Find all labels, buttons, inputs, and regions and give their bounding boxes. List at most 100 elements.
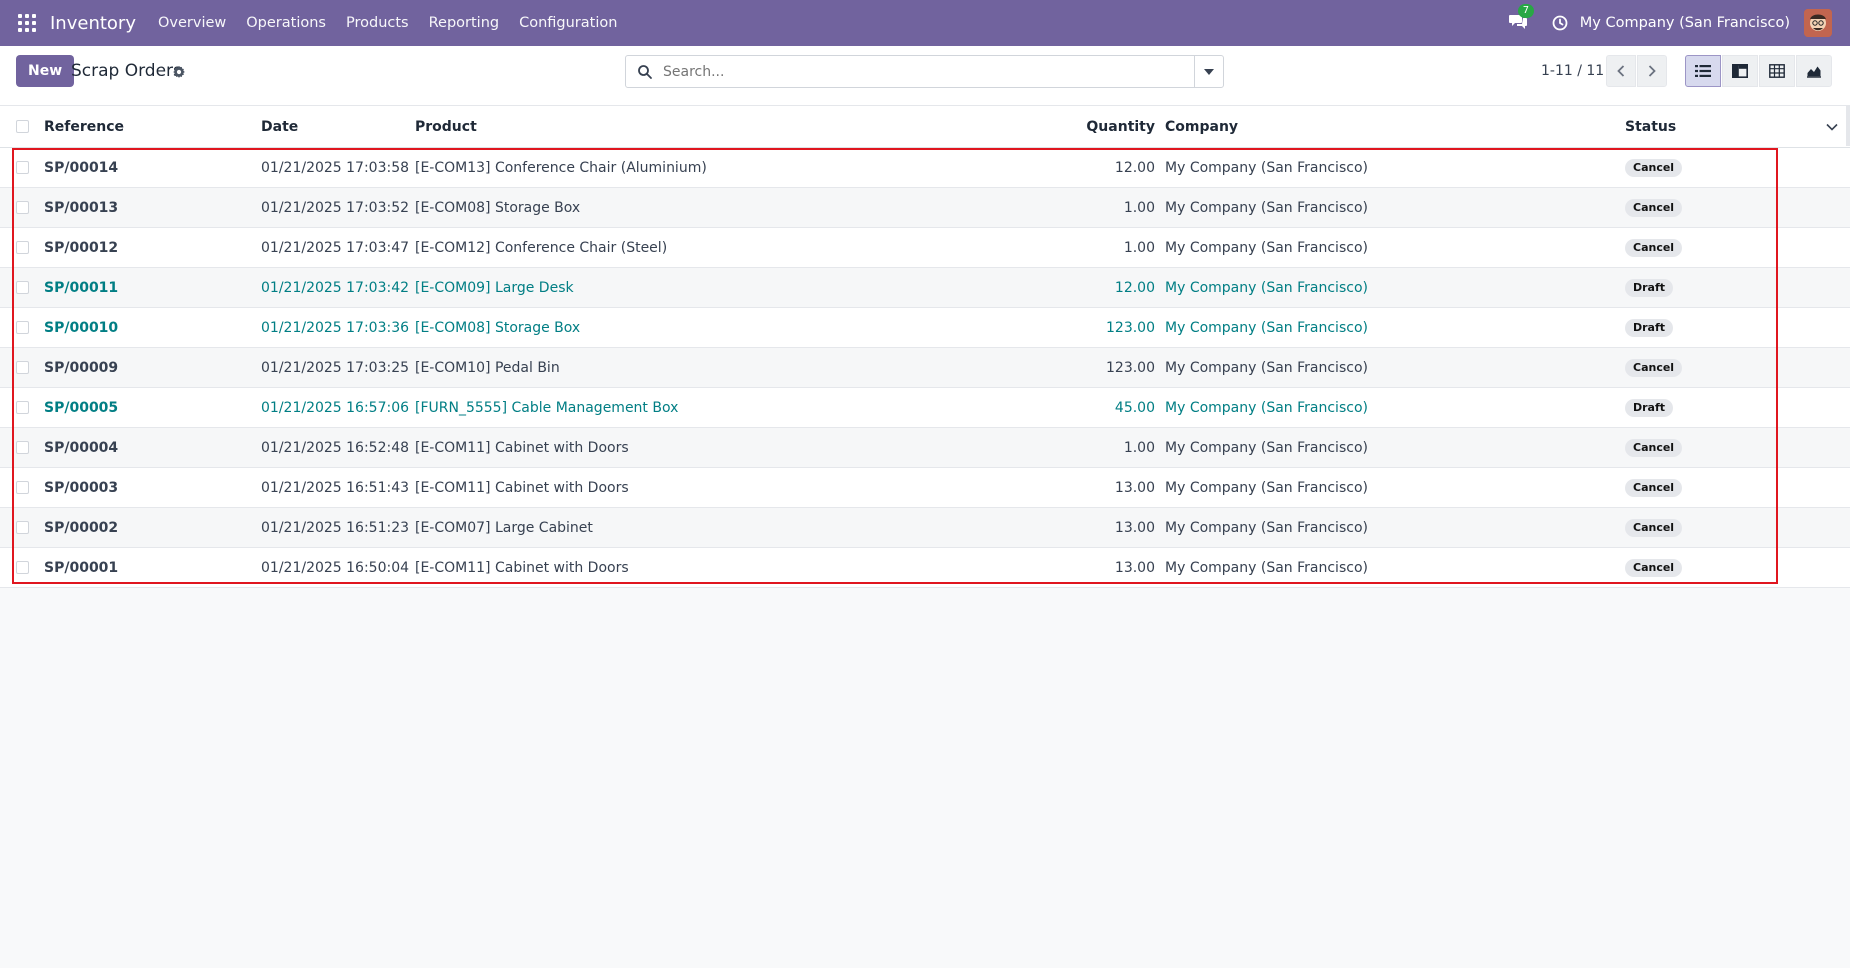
cell-quantity: 13.00	[1114, 479, 1155, 496]
header-product[interactable]: Product	[415, 106, 477, 147]
row-checkbox[interactable]	[16, 241, 29, 254]
list-view-icon	[1695, 65, 1711, 77]
table-row[interactable]: SP/00013 01/21/2025 17:03:52 [E-COM08] Sto…	[0, 188, 1850, 228]
row-checkbox[interactable]	[16, 161, 29, 174]
cell-company: My Company (San Francisco)	[1165, 399, 1368, 416]
row-checkbox[interactable]	[16, 521, 29, 534]
header-status[interactable]: Status	[1625, 106, 1676, 147]
cell-date: 01/21/2025 17:03:36	[261, 319, 410, 336]
messages-button[interactable]: 7	[1508, 4, 1535, 33]
kanban-view-button[interactable]	[1722, 55, 1758, 87]
cell-product: [E-COM09] Large Desk	[415, 279, 574, 296]
row-checkbox[interactable]	[16, 281, 29, 294]
gear-icon[interactable]	[172, 65, 186, 79]
menu-overview[interactable]: Overview	[158, 15, 226, 31]
apps-grid-icon[interactable]	[18, 14, 36, 32]
search-icon	[638, 64, 652, 79]
pager-previous-button[interactable]	[1606, 55, 1636, 87]
cell-quantity: 45.00	[1114, 399, 1155, 416]
company-switcher[interactable]: My Company (San Francisco)	[1580, 15, 1790, 31]
row-checkbox[interactable]	[16, 361, 29, 374]
menu-operations[interactable]: Operations	[246, 15, 326, 31]
table-row[interactable]: SP/00009 01/21/2025 17:03:25 [E-COM10] Ped…	[0, 348, 1850, 388]
cell-reference: SP/00002	[44, 519, 119, 536]
status-badge: Cancel	[1625, 158, 1683, 177]
cell-reference: SP/00013	[44, 199, 119, 216]
header-date[interactable]: Date	[261, 106, 298, 147]
cell-status: Cancel	[1625, 228, 1683, 267]
cell-reference: SP/00003	[44, 479, 119, 496]
pager-next-button[interactable]	[1637, 55, 1667, 87]
table-row[interactable]: SP/00005 01/21/2025 16:57:06 [FURN_5555] C…	[0, 388, 1850, 428]
table-header: Reference Date Product Quantity Company …	[0, 106, 1850, 148]
table-row[interactable]: SP/00010 01/21/2025 17:03:36 [E-COM08] Sto…	[0, 308, 1850, 348]
row-select-cell	[16, 308, 30, 347]
header-reference[interactable]: Reference	[44, 106, 124, 147]
cell-product: [E-COM08] Storage Box	[415, 319, 581, 336]
select-all-checkbox[interactable]	[16, 120, 29, 133]
status-badge: Draft	[1625, 398, 1674, 417]
row-checkbox[interactable]	[16, 401, 29, 414]
cell-company: My Company (San Francisco)	[1165, 559, 1368, 576]
user-avatar[interactable]	[1804, 9, 1832, 37]
menu-reporting[interactable]: Reporting	[429, 15, 500, 31]
search-options-toggle[interactable]	[1194, 56, 1223, 87]
messages-count-badge: 7	[1517, 4, 1535, 18]
row-select-cell	[16, 388, 30, 427]
new-button[interactable]: New	[16, 55, 75, 87]
optional-columns-toggle[interactable]	[1826, 106, 1838, 147]
cell-product: [E-COM11] Cabinet with Doors	[415, 479, 629, 496]
menu-configuration[interactable]: Configuration	[519, 15, 617, 31]
row-checkbox[interactable]	[16, 441, 29, 454]
table-body: SP/00014 01/21/2025 17:03:58 [E-COM13] Con…	[0, 148, 1850, 588]
cell-company: My Company (San Francisco)	[1165, 279, 1368, 296]
scrollbar[interactable]	[1846, 106, 1850, 146]
cell-quantity: 1.00	[1123, 199, 1155, 216]
cell-status: Draft	[1625, 268, 1674, 307]
cell-status: Cancel	[1625, 428, 1683, 467]
row-select-cell	[16, 428, 30, 467]
graph-view-icon	[1807, 66, 1821, 78]
row-checkbox[interactable]	[16, 321, 29, 334]
header-company[interactable]: Company	[1165, 106, 1238, 147]
page-title[interactable]: Scrap Orders	[71, 61, 182, 81]
cell-quantity: 12.00	[1114, 159, 1155, 176]
cell-reference: SP/00014	[44, 159, 119, 176]
chevron-left-icon	[1617, 65, 1625, 77]
cell-quantity: 13.00	[1114, 519, 1155, 536]
select-all-cell	[16, 106, 30, 147]
caret-down-icon	[1204, 68, 1214, 75]
list-view-button[interactable]	[1685, 55, 1721, 87]
menu-products[interactable]: Products	[346, 15, 409, 31]
table-row[interactable]: SP/00002 01/21/2025 16:51:23 [E-COM07] Lar…	[0, 508, 1850, 548]
table-row[interactable]: SP/00012 01/21/2025 17:03:47 [E-COM12] Con…	[0, 228, 1850, 268]
pivot-view-button[interactable]	[1759, 55, 1795, 87]
cell-quantity: 13.00	[1114, 559, 1155, 576]
app-brand[interactable]: Inventory	[50, 13, 136, 34]
table-row[interactable]: SP/00004 01/21/2025 16:52:48 [E-COM11] Cab…	[0, 428, 1850, 468]
cell-product: [E-COM12] Conference Chair (Steel)	[415, 239, 668, 256]
table-row[interactable]: SP/00001 01/21/2025 16:50:04 [E-COM11] Cab…	[0, 548, 1850, 588]
cell-quantity: 123.00	[1106, 319, 1155, 336]
row-checkbox[interactable]	[16, 481, 29, 494]
status-badge: Cancel	[1625, 478, 1683, 497]
cell-date: 01/21/2025 16:50:04	[261, 559, 410, 576]
cell-company: My Company (San Francisco)	[1165, 519, 1368, 536]
table-row[interactable]: SP/00011 01/21/2025 17:03:42 [E-COM09] Lar…	[0, 268, 1850, 308]
control-panel: New Scrap Orders 1-11 / 11	[0, 46, 1850, 106]
row-checkbox[interactable]	[16, 561, 29, 574]
cell-date: 01/21/2025 16:51:23	[261, 519, 410, 536]
search-input[interactable]	[663, 63, 1194, 80]
row-checkbox[interactable]	[16, 201, 29, 214]
cell-reference: SP/00010	[44, 319, 119, 336]
cell-status: Cancel	[1625, 548, 1683, 587]
status-badge: Cancel	[1625, 518, 1683, 537]
table-row[interactable]: SP/00014 01/21/2025 17:03:58 [E-COM13] Con…	[0, 148, 1850, 188]
clock-icon[interactable]	[1552, 15, 1568, 31]
pager-value[interactable]: 1-11 / 11	[1541, 63, 1604, 79]
cell-product: [E-COM07] Large Cabinet	[415, 519, 593, 536]
graph-view-button[interactable]	[1796, 55, 1832, 87]
cell-product: [FURN_5555] Cable Management Box	[415, 399, 679, 416]
table-row[interactable]: SP/00003 01/21/2025 16:51:43 [E-COM11] Cab…	[0, 468, 1850, 508]
header-quantity[interactable]: Quantity	[1000, 106, 1155, 147]
